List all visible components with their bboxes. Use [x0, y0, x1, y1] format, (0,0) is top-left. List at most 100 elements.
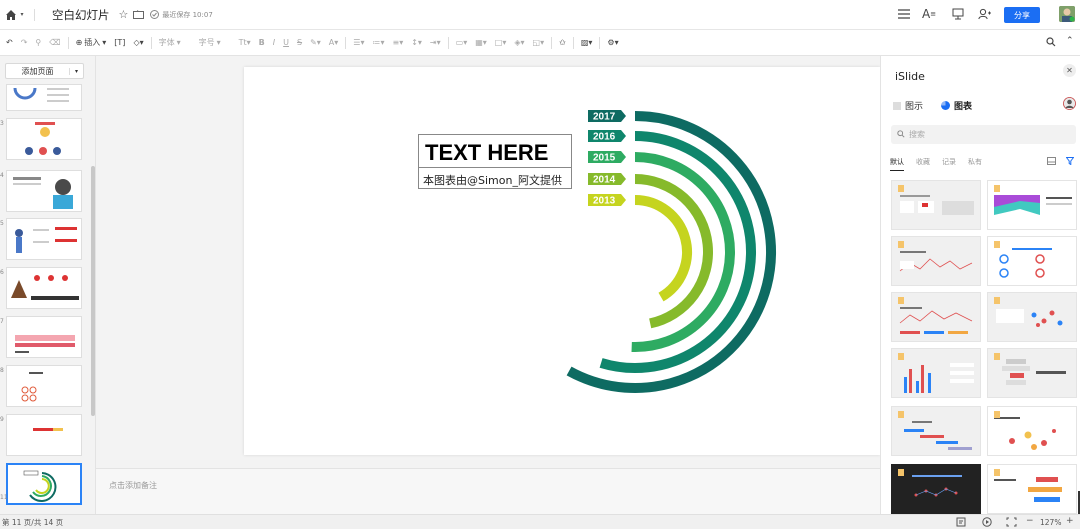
tab-diagram-label: 图示 [905, 102, 924, 112]
italic-icon[interactable]: I [273, 38, 275, 47]
chart-template-card[interactable] [891, 406, 981, 456]
add-collaborator-icon[interactable] [978, 8, 991, 20]
folder-icon[interactable] [133, 10, 145, 19]
sub-tab-private[interactable]: 私有 [968, 157, 982, 171]
chart-template-card[interactable] [891, 464, 981, 514]
font-size-select[interactable]: 字号 ▾ [199, 37, 231, 48]
highlight-icon[interactable]: ✎▾ [310, 38, 321, 47]
present-icon[interactable] [952, 8, 964, 20]
filter-icon[interactable] [1066, 157, 1074, 165]
tab-chart-label: 图表 [954, 102, 973, 112]
add-page-dropdown-icon[interactable]: ▾ [69, 67, 83, 75]
play-icon[interactable] [982, 517, 992, 527]
menu-icon[interactable] [898, 9, 910, 19]
insert-button[interactable]: ⊕ 插入 ▾ [76, 37, 107, 48]
chart-template-card[interactable] [987, 348, 1077, 398]
clear-format-icon[interactable]: ⌫ [49, 38, 60, 47]
font-size-label: 字号 [198, 38, 215, 47]
sub-tab-history[interactable]: 记录 [942, 157, 956, 171]
user-avatar-icon[interactable] [1063, 97, 1076, 110]
chart-template-card[interactable] [891, 292, 981, 342]
radial-bar-chart[interactable]: 2017 2016 2015 2014 2013 [244, 67, 880, 455]
fit-screen-icon[interactable] [1006, 517, 1017, 527]
chart-template-card[interactable] [987, 464, 1077, 514]
zoom-out-button[interactable]: − [1026, 516, 1034, 526]
status-bar: 第 11 页/共 14 页 − 127% + [0, 514, 1080, 529]
sub-tab-default[interactable]: 默认 [890, 157, 904, 171]
tab-diagram[interactable]: 图示 [893, 99, 923, 112]
slide-thumbnail[interactable] [6, 118, 82, 160]
template-badge-icon [898, 297, 904, 304]
panel-title: iSlide [895, 70, 925, 83]
year-label-2013: 2013 [593, 196, 616, 207]
align-icon[interactable]: ≡▾ [392, 38, 403, 47]
border-icon[interactable]: □▾ [495, 38, 507, 47]
slide-thumbnail-selected[interactable] [6, 463, 82, 505]
slide[interactable]: TEXT HERE 本图表由@Simon_阿文提供 2017 2016 2015 20… [244, 67, 880, 455]
slide-thumbnail[interactable] [6, 84, 82, 111]
thumbnail-scrollbar[interactable] [91, 166, 95, 416]
strikethrough-icon[interactable]: S [297, 38, 302, 47]
numbered-list-icon[interactable]: ≔▾ [372, 38, 384, 47]
sub-tab-favorites[interactable]: 收藏 [916, 157, 930, 171]
slide-thumbnail[interactable] [6, 316, 82, 358]
plugin-icon[interactable]: ⚙▾ [607, 38, 618, 47]
slide-thumbnail[interactable] [6, 218, 82, 260]
islide-panel: iSlide ✕ 图示 图表 搜索 默认 收藏 记录 私有 [880, 56, 1080, 514]
font-color-icon[interactable]: A▾ [329, 38, 339, 47]
slide-number: 11 [0, 494, 8, 501]
zoom-in-button[interactable]: + [1066, 516, 1074, 526]
font-family-select[interactable]: 字体 ▾ [159, 37, 191, 48]
chart-template-card[interactable] [891, 348, 981, 398]
document-title[interactable]: 空白幻灯片 [52, 7, 110, 23]
shape-icon[interactable]: ◇▾ [133, 38, 143, 47]
slide-thumbnail[interactable] [6, 414, 82, 456]
bold-icon[interactable]: B [259, 38, 265, 47]
image-icon[interactable]: ▨▾ [581, 38, 593, 47]
chart-template-card[interactable] [987, 180, 1077, 230]
text-size-icon[interactable]: Tt▾ [239, 38, 251, 47]
add-page-button[interactable]: 添加页面 ▾ [5, 63, 84, 79]
undo-icon[interactable]: ↶ [6, 38, 13, 47]
home-icon[interactable] [4, 8, 18, 22]
list-icon[interactable]: ☰▾ [353, 38, 364, 47]
avatar[interactable] [1059, 6, 1075, 22]
divider [447, 36, 449, 49]
line-spacing-icon[interactable]: ↕▾ [411, 38, 422, 47]
underline-icon[interactable]: U [283, 38, 289, 47]
redo-icon[interactable]: ↷ [21, 38, 28, 47]
effects-icon[interactable]: ◱▾ [533, 38, 545, 47]
table-icon[interactable]: ▦▾ [475, 38, 487, 47]
font-style-icon[interactable]: A ≡ [922, 7, 936, 21]
star-icon[interactable]: ☆ [119, 8, 129, 21]
grid-view-icon[interactable] [1047, 157, 1056, 165]
search-input[interactable]: 搜索 [891, 125, 1076, 144]
chart-template-card[interactable] [987, 406, 1077, 456]
collapse-toolbar-icon[interactable]: ⌃ [1066, 36, 1074, 46]
close-icon[interactable]: ✕ [1063, 64, 1076, 77]
divider [572, 36, 574, 49]
notes-toggle-icon[interactable] [956, 517, 966, 527]
slide-thumbnail[interactable] [6, 170, 82, 212]
slide-thumbnail[interactable] [6, 365, 82, 407]
search-icon[interactable] [1046, 37, 1056, 47]
chart-template-card[interactable] [891, 236, 981, 286]
notes-area[interactable]: 点击添加备注 [96, 468, 880, 514]
chart-template-card[interactable] [891, 180, 981, 230]
slide-thumbnail[interactable] [6, 267, 82, 309]
title-bar: ▾ 空白幻灯片 ☆ 最近保存 10:07 A ≡ 分享 [0, 0, 1080, 30]
slide-number: 9 [0, 416, 4, 423]
home-dropdown-icon[interactable]: ▾ [18, 11, 26, 18]
chart-template-card[interactable] [987, 236, 1077, 286]
tab-chart[interactable]: 图表 [941, 99, 972, 112]
textbox-icon[interactable]: [T] [114, 38, 125, 47]
format-painter-icon[interactable]: ⚲ [35, 38, 41, 47]
fill-icon[interactable]: ◈▾ [514, 38, 524, 47]
share-button[interactable]: 分享 [1004, 7, 1040, 23]
indent-icon[interactable]: ⇥▾ [430, 38, 441, 47]
arrange-icon[interactable]: ▭▾ [456, 38, 468, 47]
chart-template-card[interactable] [987, 292, 1077, 342]
zoom-level[interactable]: 127% [1040, 518, 1061, 527]
favorite-icon[interactable]: ✩ [559, 38, 566, 47]
template-badge-icon [898, 185, 904, 192]
